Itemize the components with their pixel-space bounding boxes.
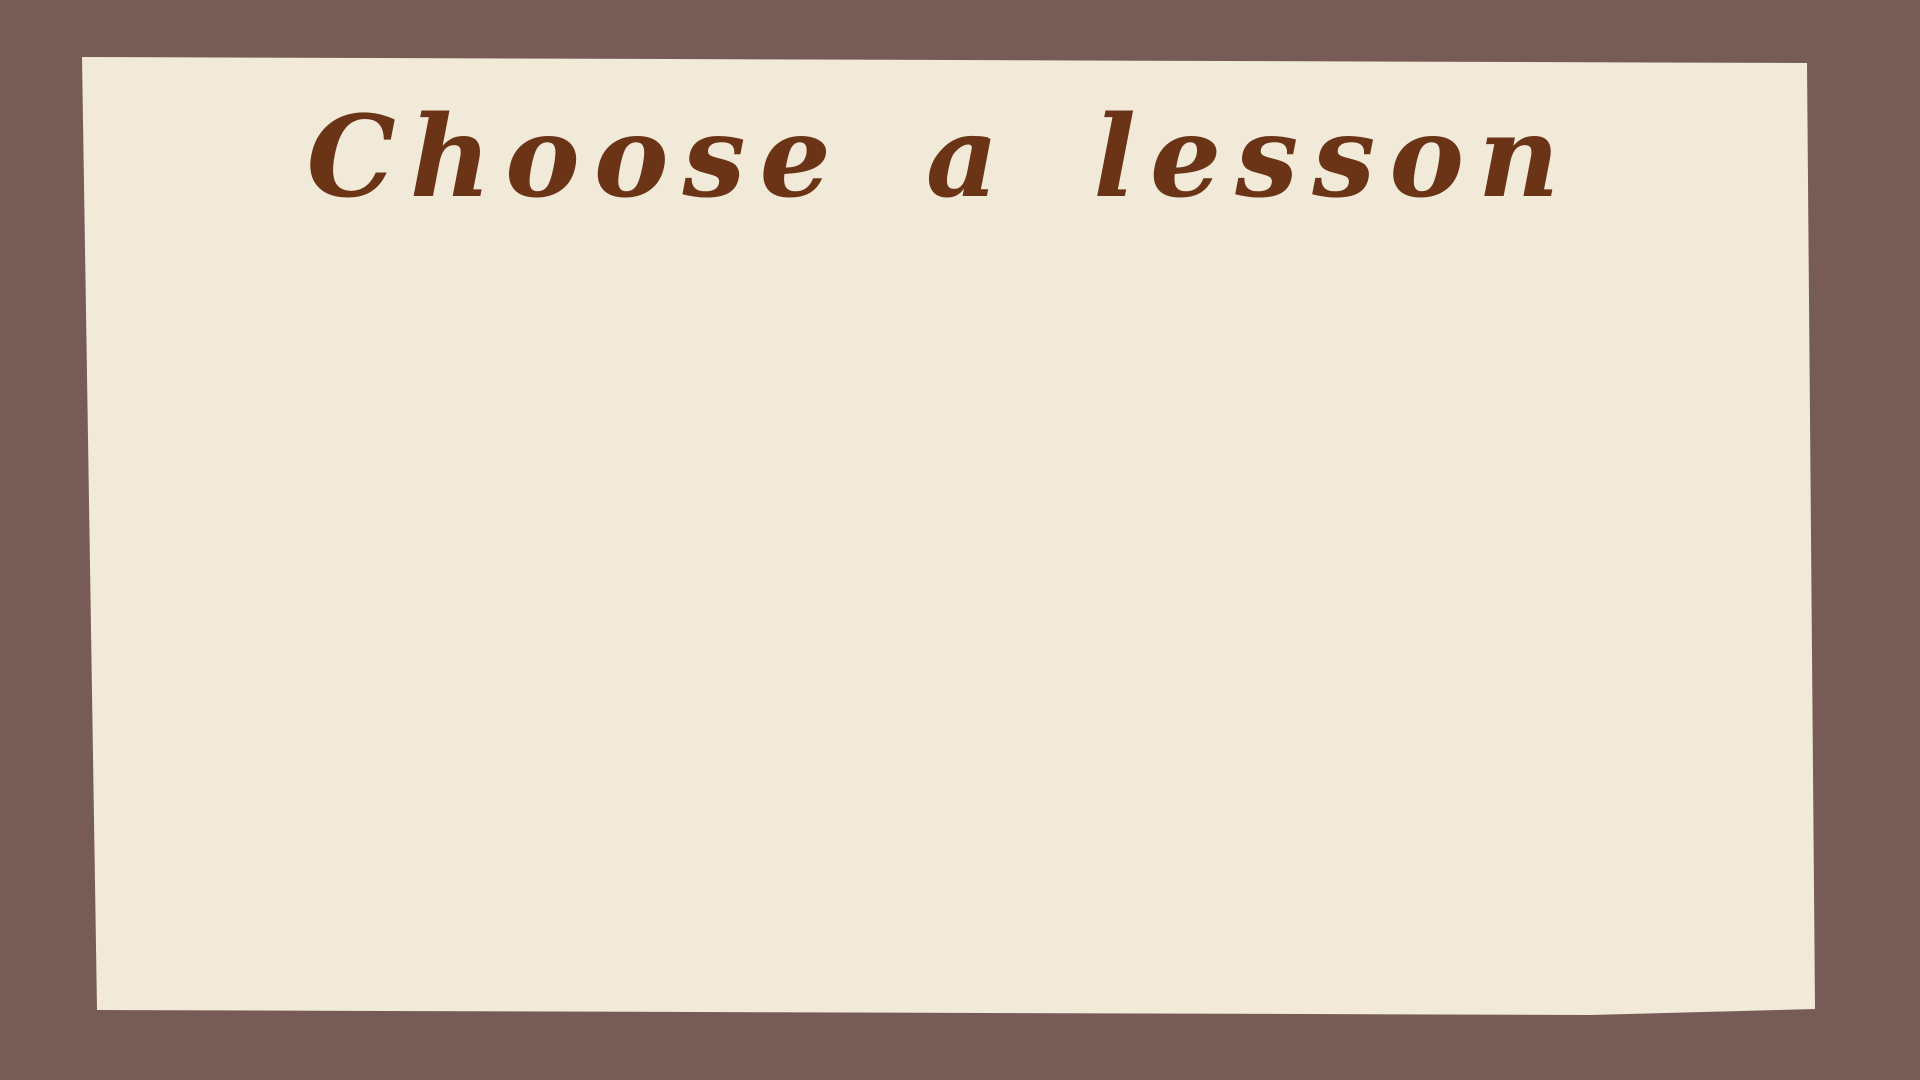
page-title: Choose a lesson [306,91,1574,223]
lesson-list [140,270,1780,970]
lesson-select-screen: Choose a lesson [0,0,1920,1080]
